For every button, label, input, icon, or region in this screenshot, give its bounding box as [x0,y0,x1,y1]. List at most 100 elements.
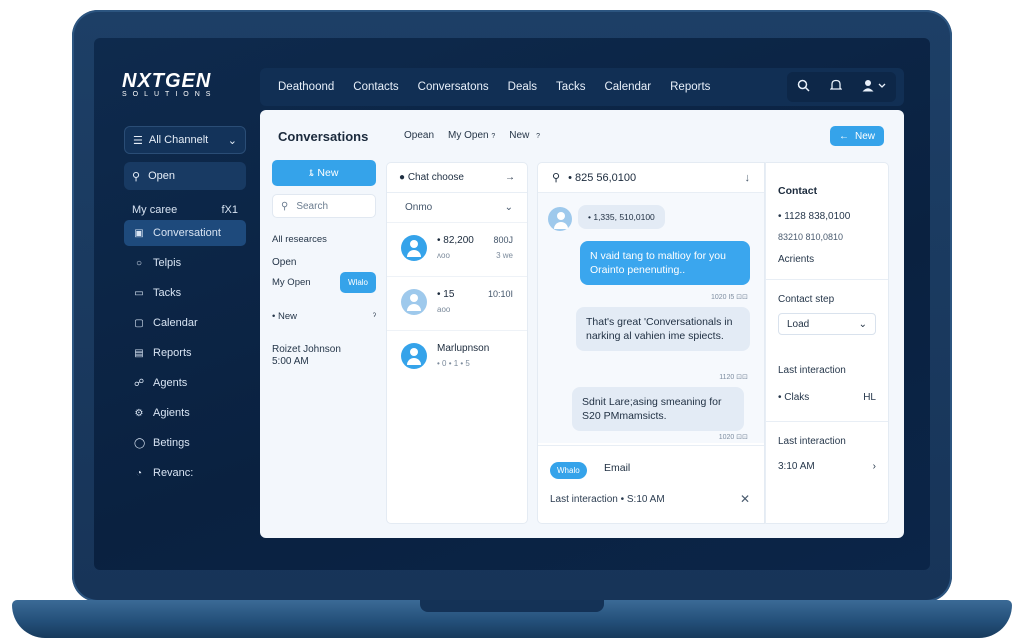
sidebar-item-reports[interactable]: ▤ Reports [124,340,246,366]
list-item[interactable]: Marlupnson • 0 • 1 • 5 [387,331,527,385]
contact-phone: • 1128 838,0100 [778,211,851,222]
sidebar-item-telpis[interactable]: ○ Telpis [124,250,246,276]
top-nav: Deathoond Contacts Conversatons Deals Ta… [260,68,904,106]
menu-icon: ☰ [133,134,143,147]
conversation-time: 10:10I [487,289,513,299]
expand-icon: ˀ [372,311,376,322]
download-icon[interactable]: ↓ [745,172,751,184]
contact-status: • Claks [778,392,810,403]
help-icon: ? [536,133,540,140]
new-button-label: New [317,167,339,179]
sidebar-item-label: Conversationt [153,227,221,239]
sidebar-item-agents[interactable]: ☍ Agents [124,370,246,396]
nav-item-tasks[interactable]: Tacks [556,81,585,93]
channel-select-label: All Channelt [148,134,209,146]
contact-accounts[interactable]: Acrients [778,254,876,279]
chat-icon: ▣ [134,227,144,239]
tab-my-open[interactable]: My Open ? [448,130,495,141]
search-icon[interactable] [797,79,810,95]
tab-new[interactable]: New ? [509,130,540,141]
chat-list-title-text: Chat choose [407,172,464,183]
tab-label: My Open [448,130,489,141]
gear-icon: ⚙ [134,407,144,419]
nav-actions [787,72,896,102]
circle-icon: ○ [135,257,143,269]
sidebar-item-conversations[interactable]: ▣ Conversationt [124,220,246,246]
close-icon[interactable]: ✕ [740,492,750,506]
sidebar-section-header: My caree fX1 [124,204,246,216]
sidebar-item-label: Tacks [153,287,182,299]
chat-list-sort-label: Onmo [405,202,433,213]
conversation-time: 800J [493,235,513,245]
nav-item-deals[interactable]: Deals [508,81,537,93]
sidebar-item-agients[interactable]: ⚙ Agients [124,400,246,426]
divider [766,421,888,422]
chat-list-header: ● Chat choose → [387,163,527,193]
last-interaction-time: 3:10 AM [778,461,815,472]
filter-column: ȶ New ⚲ Search All researces Open My Ope… [272,160,376,367]
conversation-subtext: • 0 • 1 • 5 [437,359,470,368]
contact-stage-select[interactable]: Load ⌄ [778,313,876,335]
filter-pill[interactable]: Wlalo [339,272,376,293]
chat-list-sort[interactable]: Onmo ⌄ [387,193,527,223]
search-input[interactable]: ⚲ Search [272,194,376,218]
chat-list-title: ● Chat choose [399,172,464,183]
filter-contact-name[interactable]: Roizet Johnson [272,344,376,355]
search-icon[interactable]: ⚲ [552,171,560,184]
nav-item-contacts[interactable]: Contacts [353,81,398,93]
sidebar-item-calendar[interactable]: ▢ Calendar [124,310,246,336]
chevron-down-icon: ⌄ [227,134,237,147]
bell-icon[interactable] [829,79,843,95]
chevron-right-icon: › [872,461,876,472]
filter-all-resources[interactable]: All researces [272,234,376,245]
conversation-name: • 82,200 [437,235,474,246]
channel-select[interactable]: ☰ All Channelt ⌄ [124,126,246,154]
sidebar-item-label: Agients [153,407,190,419]
filter-my-open[interactable]: My Open [272,277,311,288]
chevron-down-icon: ⌄ [858,318,867,330]
list-item[interactable]: • 15 aoo 10:10I [387,277,527,331]
message-outgoing: N vaid tang to maltioy for you Orainto p… [580,241,750,285]
tab-open[interactable]: Opean [404,130,434,141]
app-screen: NXTGEN SOLUTIONS Deathoond Contacts Conv… [94,38,930,570]
sidebar-item-revanc[interactable]: ◔ Revanc: [124,460,246,486]
last-interaction: Last interaction • S:10 AM [550,494,665,505]
filter-open[interactable]: Open [272,257,376,268]
conversation-name: • 15 [437,289,455,300]
nav-item-conversations[interactable]: Conversatons [418,81,489,93]
search-icon: ⚲ [132,170,141,183]
sidebar: ☰ All Channelt ⌄ ⚲ Open My caree fX1 ▣ C… [124,126,246,486]
sidebar-item-settings[interactable]: ◯ Betings [124,430,246,456]
list-item[interactable]: • 82,200 ʌoo 800J 3 we [387,223,527,277]
folder-icon: ▭ [134,287,144,299]
conversation-time-sub: 3 we [496,251,513,260]
new-conversation-label: New [854,130,875,142]
contact-stage-value: Load [787,318,810,330]
sidebar-item-tasks[interactable]: ▭ Tacks [124,280,246,306]
nav-item-reports[interactable]: Reports [670,81,710,93]
last-interaction-label: Last interaction [778,365,846,376]
sidebar-item-label: Revanc: [153,467,194,479]
user-icon[interactable] [862,79,886,95]
filter-new-row[interactable]: • New ˀ [272,311,376,322]
nav-item-dashboard[interactable]: Deathoond [278,81,334,93]
contact-title: Contact [778,185,818,197]
nav-item-calendar[interactable]: Calendar [604,81,651,93]
laptop-notch [420,600,604,612]
chat-list: ● Chat choose → Onmo ⌄ • 82,200 ʌoo 800J… [386,162,528,524]
contact-status-right: HL [863,392,876,403]
avatar [401,235,427,261]
chat-header: ⚲ • 825 56,0100 ↓ [538,163,764,193]
last-interaction-row[interactable]: 3:10 AM › [778,461,876,472]
sidebar-section-count: fX1 [221,204,238,216]
arrow-right-icon[interactable]: → [505,172,515,183]
new-button[interactable]: ȶ New [272,160,376,186]
open-button[interactable]: ⚲ Open [124,162,246,190]
conversation-subtext: ʌoo [437,251,450,260]
new-conversation-button[interactable]: ← New [830,126,884,146]
open-button-label: Open [148,170,175,182]
sidebar-item-label: Agents [153,377,188,389]
message-meta: 1020 ⊡⊡ [718,434,748,441]
email-channel[interactable]: Email [604,462,630,474]
channel-pill[interactable]: Whalo [550,462,587,479]
